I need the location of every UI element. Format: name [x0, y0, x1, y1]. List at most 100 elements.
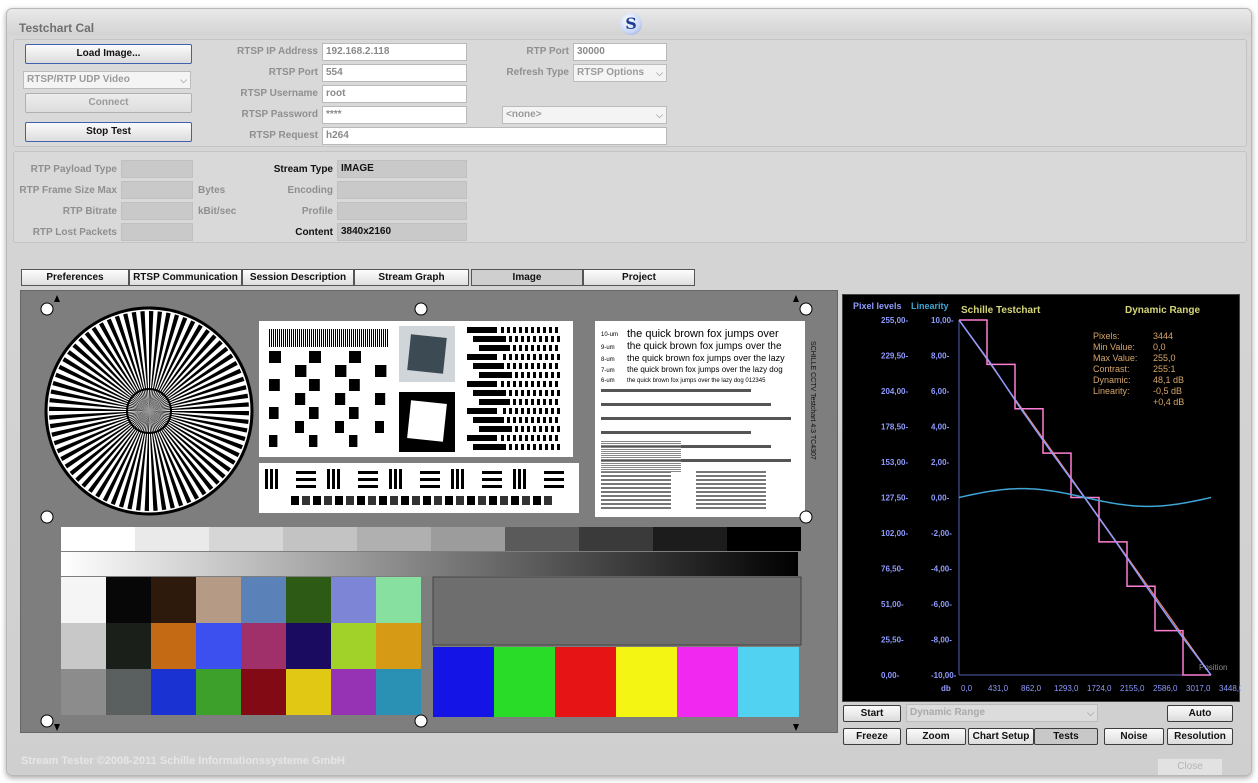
- y2-axis-title: Linearity: [911, 301, 949, 311]
- tab-preferences[interactable]: Preferences: [21, 269, 129, 286]
- color-patches: [61, 577, 421, 715]
- protocol-select[interactable]: RTSP/RTP UDP Video ⌵: [23, 71, 191, 89]
- start-button[interactable]: Start: [843, 705, 901, 722]
- text-size-label: 9-um: [601, 345, 615, 351]
- info-label: Dynamic:: [1093, 375, 1131, 385]
- x-tick-label: 862,0: [1021, 684, 1042, 693]
- load-image-button[interactable]: Load Image...: [25, 44, 192, 64]
- y-tick-label: 229,50-: [881, 352, 908, 361]
- sample-text-line: the quick brown fox jumps over the: [627, 341, 782, 352]
- grey-ramp: [61, 552, 798, 576]
- y-tick-label: 178,50-: [881, 423, 908, 432]
- y2-tick-label: -10,00-: [931, 671, 957, 680]
- encoding-value: [337, 181, 467, 199]
- info-label: Linearity:: [1093, 386, 1130, 396]
- tab-stream-graph[interactable]: Stream Graph: [354, 269, 469, 286]
- dynamic-range-graph: Pixel levels Linearity Schille Testchart…: [842, 294, 1244, 702]
- rtsp-username-input[interactable]: root: [322, 85, 467, 103]
- resolution-button[interactable]: Resolution: [1167, 728, 1233, 745]
- rtp-frame-size-value: [121, 181, 193, 199]
- protocol-value: RTSP/RTP UDP Video: [27, 74, 130, 85]
- x-tick-label: 431,0: [988, 684, 1009, 693]
- color-bars: [433, 647, 799, 717]
- noise-button[interactable]: Noise: [1104, 728, 1164, 745]
- title-bar: Testchart Cal S: [7, 9, 1251, 35]
- x-tick-label: 3448,0: [1219, 684, 1241, 693]
- rtsp-ip-input[interactable]: 192.168.2.118: [322, 43, 467, 61]
- y-tick-label: 102,00-: [881, 529, 908, 538]
- copyright-footer: Stream Tester ©2008-2011 Schille Informa…: [21, 755, 345, 767]
- y-tick-label: 25,50-: [881, 636, 904, 645]
- y2-tick-label: -6,00-: [931, 600, 952, 609]
- none-select[interactable]: <none> ⌵: [502, 106, 667, 124]
- sample-text-line: the quick brown fox jumps over the lazy …: [627, 378, 766, 384]
- info-value: -0,5 dB: [1153, 386, 1182, 396]
- y-axis-title: Pixel levels: [853, 301, 902, 311]
- connect-button[interactable]: Connect: [25, 93, 192, 113]
- grey-field: [432, 576, 802, 646]
- tab-rtsp-communication[interactable]: RTSP Communication: [129, 269, 242, 286]
- rtsp-port-input[interactable]: 554: [322, 64, 467, 82]
- refresh-type-value: RTSP Options: [577, 67, 645, 78]
- tab-project[interactable]: Project: [583, 269, 695, 286]
- tab-image[interactable]: Image: [471, 269, 583, 286]
- freeze-button[interactable]: Freeze: [843, 728, 901, 745]
- refresh-type-label: Refresh Type: [506, 67, 569, 78]
- rtsp-request-input[interactable]: h264: [322, 127, 667, 145]
- zoom-button[interactable]: Zoom: [906, 728, 966, 745]
- chart-setup-button[interactable]: Chart Setup: [968, 728, 1034, 745]
- rtp-lost-packets-value: [121, 223, 193, 241]
- rtp-bitrate-label: RTP Bitrate: [62, 206, 117, 217]
- rtp-port-label: RTP Port: [526, 46, 569, 57]
- sample-text-line: the quick brown fox jumps over the lazy …: [627, 365, 783, 374]
- linearity-series: [958, 487, 1212, 508]
- window-title: Testchart Cal: [19, 21, 95, 35]
- close-button[interactable]: Close: [1157, 758, 1223, 775]
- auto-button[interactable]: Auto: [1167, 705, 1233, 722]
- y-tick-label: 51,00-: [881, 600, 904, 609]
- rtsp-password-label: RTSP Password: [241, 109, 318, 120]
- info-value: 3444: [1153, 331, 1173, 341]
- test-mode-value: Dynamic Range: [910, 707, 986, 718]
- kbit-unit: kBit/sec: [198, 206, 237, 217]
- app-window: Testchart Cal S Load Image... RTSP/RTP U…: [6, 8, 1252, 776]
- stop-test-button[interactable]: Stop Test: [25, 122, 192, 142]
- rtsp-port-label: RTSP Port: [268, 67, 318, 78]
- stream-type-label: Stream Type: [273, 164, 333, 175]
- profile-label: Profile: [301, 206, 333, 217]
- info-value: 255:1: [1153, 364, 1176, 374]
- rtp-payload-value: [121, 160, 193, 178]
- info-label: Max Value:: [1093, 353, 1137, 363]
- y-tick-label: 127,50-: [881, 494, 908, 503]
- rtsp-ip-label: RTSP IP Address: [237, 46, 318, 57]
- y2-tick-label: 8,00-: [931, 352, 950, 361]
- test-mode-select[interactable]: Dynamic Range ⌵: [906, 704, 1098, 722]
- none-select-value: <none>: [506, 109, 542, 120]
- y2-tick-label: 4,00-: [931, 423, 950, 432]
- rtp-payload-label: RTP Payload Type: [30, 164, 117, 175]
- rtp-port-input[interactable]: 30000: [573, 43, 667, 61]
- rtsp-password-input[interactable]: ****: [322, 106, 467, 124]
- sample-text-line: the quick brown fox jumps over: [627, 328, 779, 340]
- db-label: db: [941, 684, 951, 693]
- refresh-type-select[interactable]: RTSP Options ⌵: [573, 64, 667, 82]
- dynamic-range-chart: Pixel levels Linearity Schille Testchart…: [853, 301, 1244, 693]
- chart-subtitle: Dynamic Range: [1125, 305, 1200, 316]
- rtp-lost-packets-label: RTP Lost Packets: [32, 227, 117, 238]
- siemens-star: [49, 311, 249, 511]
- sample-text-line: the quick brown fox jumps over the lazy: [627, 353, 785, 363]
- content-label: Content: [295, 227, 333, 238]
- y-tick-label: 0,00-: [881, 671, 900, 680]
- tests-button[interactable]: Tests: [1034, 728, 1098, 745]
- tab-session-description[interactable]: Session Description: [242, 269, 354, 286]
- image-viewer[interactable]: 10-um the quick brown fox jumps over 9-u…: [20, 290, 838, 733]
- y-tick-label: 255,00-: [881, 316, 908, 325]
- bytes-unit: Bytes: [198, 185, 226, 196]
- y2-tick-label: 0,00-: [931, 494, 950, 503]
- y2-tick-label: -8,00-: [931, 636, 952, 645]
- testchart-image: 10-um the quick brown fox jumps over 9-u…: [40, 295, 816, 731]
- app-logo-icon: S: [620, 13, 642, 35]
- y2-tick-label: 6,00-: [931, 387, 950, 396]
- y2-tick-label: 10,00-: [931, 316, 954, 325]
- x-tick-label: 1293,0: [1054, 684, 1079, 693]
